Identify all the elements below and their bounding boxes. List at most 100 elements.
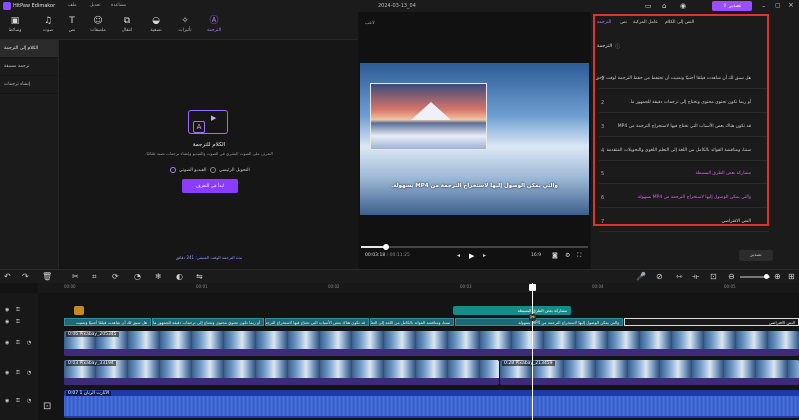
expand-icon[interactable]: ⊞: [788, 272, 795, 282]
video-clip-1[interactable]: 0:06 Pixabay_205345: [64, 331, 799, 356]
toolbar-sticker[interactable]: ☺ ملصقات: [83, 14, 113, 38]
toolbar-filter[interactable]: ◒ تصفية: [141, 14, 171, 38]
zoom-out-icon[interactable]: ⊖: [728, 272, 735, 282]
add-media-icon[interactable]: ⊡: [43, 401, 51, 412]
subtitle-clip[interactable]: النص الافتراضي: [624, 318, 799, 326]
track-mute-icon[interactable]: ◔: [27, 340, 31, 346]
track-mute-icon[interactable]: ◔: [27, 398, 31, 404]
ruler-tick-label: 00:05: [724, 284, 736, 289]
sticker-clip[interactable]: [74, 306, 84, 315]
option-auto-radio[interactable]: [170, 167, 176, 173]
menu-help[interactable]: مساعدة: [111, 3, 126, 8]
undo-icon[interactable]: ↶: [4, 272, 11, 282]
highlight-box: [593, 14, 769, 226]
redo-icon[interactable]: ↷: [22, 272, 29, 282]
subtitle-clip[interactable]: سننا، ومناقشة الفوائد بالكامل من اللغة إ…: [370, 318, 454, 326]
freeze-icon[interactable]: ❄: [155, 272, 162, 282]
option-auto[interactable]: الفيديو الصوتي: [170, 167, 206, 173]
mirror-icon[interactable]: ⇋: [196, 272, 203, 282]
menu-edit[interactable]: تعديل: [90, 3, 100, 8]
subtitle-clip[interactable]: قد تكون هناك بعض الأسباب التي تحتاج فيها…: [265, 318, 369, 326]
snapshot-icon[interactable]: ◙: [552, 252, 558, 259]
media-toolbar: ▣ وسائط ♫ صوت T نص ☺ ملصقات ⧉ انتقال ◒ تصفية ✧…: [0, 12, 358, 40]
start-recognition-label: ابدأ في التعرف: [195, 183, 225, 189]
toolbar-media[interactable]: ▣ وسائط: [0, 14, 30, 38]
audio-clip[interactable]: الآثارت الرنان 1 0:07: [64, 390, 799, 418]
account-icon[interactable]: ◉: [680, 2, 686, 10]
playhead-handle[interactable]: [529, 284, 536, 291]
prev-frame-icon[interactable]: ◂: [457, 252, 460, 259]
mic-icon[interactable]: 🎤: [636, 272, 646, 282]
aspect-ratio-select[interactable]: 16:9: [531, 253, 541, 258]
track-eye-icon[interactable]: ◉: [5, 398, 9, 404]
settings-icon[interactable]: ⚙: [565, 252, 570, 259]
scissor-marker-icon[interactable]: ✂: [529, 314, 537, 321]
close-icon[interactable]: ×: [788, 1, 794, 9]
zoom-handle[interactable]: [764, 274, 769, 279]
track-lock-icon[interactable]: ⚿: [16, 307, 20, 313]
rotate-icon[interactable]: ⟳: [112, 272, 119, 282]
track-lock-icon[interactable]: ⚿: [16, 398, 20, 404]
subtitle-clip[interactable]: والتي يمكن الوصول إليها لاستخراج الترجمة…: [455, 318, 623, 326]
progress-handle[interactable]: [382, 244, 389, 250]
delete-icon[interactable]: 🗑: [42, 272, 52, 282]
fit-icon[interactable]: ⊡: [710, 272, 717, 282]
feedback-icon[interactable]: ▭: [645, 2, 652, 10]
subtitle-clip[interactable]: أو ربما تكون تحتوي محتوى وتحتاج إلى ترجم…: [152, 318, 264, 326]
text-icon: T: [69, 16, 75, 26]
subtitle-clip[interactable]: هل سبق لك أن شاهدت فيلمًا أجنبيًا وتمنيت: [64, 318, 151, 326]
playhead[interactable]: [532, 283, 533, 420]
split-icon[interactable]: ✂: [72, 272, 79, 282]
snap-icon[interactable]: ⇿: [676, 272, 683, 282]
toolbar-transition[interactable]: ⧉ انتقال: [112, 14, 142, 38]
export-small-label: تصدير: [750, 253, 762, 258]
track-eye-icon[interactable]: ◉: [5, 340, 9, 346]
clip-2-label: 0:03 Pixabay_33194: [66, 361, 116, 366]
maximize-icon[interactable]: ▢: [775, 2, 781, 9]
minimize-icon[interactable]: –: [762, 2, 766, 10]
play-icon[interactable]: ▶: [469, 252, 474, 260]
track-mute-icon[interactable]: ◔: [27, 370, 31, 376]
option-manual[interactable]: التحويل الرئيسي: [210, 167, 250, 173]
menu-file[interactable]: ملف: [68, 3, 77, 8]
text-clip[interactable]: مشاركة بعض الطرق البسيطة: [453, 306, 571, 315]
export-label: تصدير: [728, 3, 742, 9]
pip-image[interactable]: [370, 83, 487, 150]
subtitle-illustration-icon: A ▶: [188, 110, 228, 134]
video-caption: والتي يمكن الوصول إليها لاستخراج الترجمة…: [391, 183, 558, 189]
mask-icon[interactable]: ◐: [176, 272, 183, 282]
option-manual-radio[interactable]: [210, 167, 216, 173]
time-ruler[interactable]: 00:00 00:01 00:02 00:03 00:04 00:05: [38, 283, 799, 293]
toolbar-filter-label: تصفية: [150, 28, 162, 33]
nav-pre-subtitle[interactable]: ترجمة مسبقة: [0, 58, 58, 76]
track-headers: ◉ ⚿ ◉ ⚿ ◉ ⚿ ◔ ◉ ⚿ ◔ ◉ ⚿ ◔ ⊡: [0, 293, 51, 420]
video-frame[interactable]: والتي يمكن الوصول إليها لاستخراج الترجمة…: [360, 63, 589, 215]
track-lock-icon[interactable]: ⚿: [16, 319, 20, 325]
track-eye-icon[interactable]: ◉: [5, 319, 9, 325]
link-icon[interactable]: ⊘: [656, 272, 663, 282]
crop-icon[interactable]: ⌗: [92, 272, 97, 282]
export-button[interactable]: ⇪ تصدير: [712, 1, 752, 11]
video-clip-3[interactable]: 0:28 Pixabay_213459: [500, 360, 799, 385]
progress-track[interactable]: [361, 244, 588, 250]
export-small-button[interactable]: تصدير: [739, 250, 773, 261]
export-icon: ⇪: [722, 3, 727, 9]
toolbar-subtitle[interactable]: Ⓐ الترجمة: [199, 14, 229, 38]
video-clip-2[interactable]: 0:03 Pixabay_33194: [64, 360, 499, 385]
start-recognition-button[interactable]: ابدأ في التعرف: [182, 179, 238, 193]
speed-icon[interactable]: ◔: [134, 272, 141, 282]
next-frame-icon[interactable]: ▸: [483, 252, 486, 259]
nav-create-subtitle[interactable]: إنشاء ترجمات: [0, 76, 58, 94]
zoom-in-icon[interactable]: ⊕: [774, 272, 781, 282]
track-lock-icon[interactable]: ⚿: [16, 340, 20, 346]
nav-speech-to-subtitle[interactable]: الكلام إلى الترجمة: [0, 40, 58, 58]
cart-icon[interactable]: ⌂: [662, 2, 666, 10]
zoom-slider[interactable]: [740, 274, 770, 279]
toolbar-effects[interactable]: ✧ تأثيرات: [170, 14, 200, 38]
option-manual-label: التحويل الرئيسي: [219, 167, 250, 173]
track-eye-icon[interactable]: ◉: [5, 307, 9, 313]
fullscreen-icon[interactable]: ⛶: [577, 252, 581, 260]
ripple-icon[interactable]: ⟛: [692, 272, 699, 282]
track-eye-icon[interactable]: ◉: [5, 370, 9, 376]
track-lock-icon[interactable]: ⚿: [16, 370, 20, 376]
